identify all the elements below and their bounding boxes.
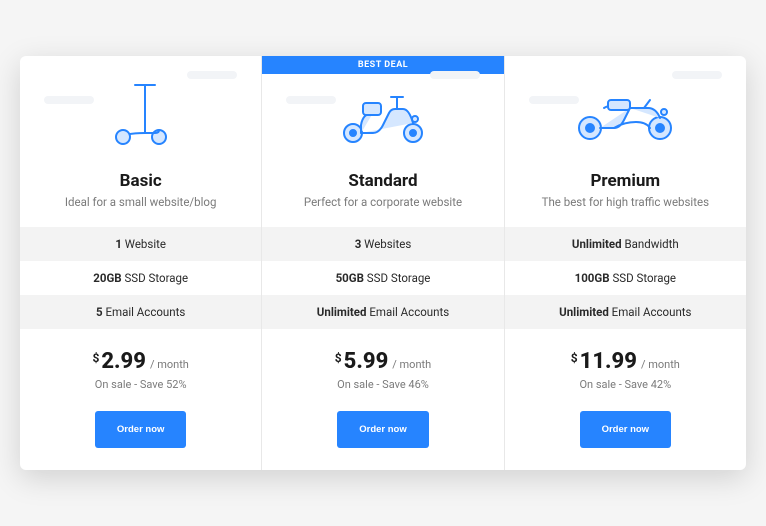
feature-item: 100GB SSD Storage <box>505 261 746 295</box>
plan-subtitle: Ideal for a small website/blog <box>65 195 217 209</box>
price-section: $ 11.99 / month On sale - Save 42% <box>571 329 680 391</box>
feature-item: 20GB SSD Storage <box>20 261 261 295</box>
feature-item: 3 Websites <box>262 227 503 261</box>
plan-premium: Premium The best for high traffic websit… <box>505 56 746 470</box>
plan-title: Standard <box>348 171 417 191</box>
price-period: / month <box>150 358 189 371</box>
feature-list: 3 Websites 50GB SSD Storage Unlimited Em… <box>262 227 503 329</box>
moped-icon <box>262 56 503 171</box>
scooter-icon <box>20 56 261 171</box>
feature-item: Unlimited Bandwidth <box>505 227 746 261</box>
plan-basic: Basic Ideal for a small website/blog 1 W… <box>20 56 262 470</box>
price: 5.99 <box>344 349 389 374</box>
price-section: $ 5.99 / month On sale - Save 46% <box>335 329 431 391</box>
plan-title: Premium <box>590 171 660 191</box>
sale-text: On sale - Save 42% <box>571 378 680 391</box>
pricing-table: Basic Ideal for a small website/blog 1 W… <box>20 56 746 470</box>
plan-title: Basic <box>120 171 162 191</box>
sale-text: On sale - Save 52% <box>92 378 188 391</box>
feature-item: Unlimited Email Accounts <box>262 295 503 329</box>
feature-item: 5 Email Accounts <box>20 295 261 329</box>
feature-item: 50GB SSD Storage <box>262 261 503 295</box>
feature-item: Unlimited Email Accounts <box>505 295 746 329</box>
sale-text: On sale - Save 46% <box>335 378 431 391</box>
order-button[interactable]: Order now <box>337 411 429 448</box>
price-section: $ 2.99 / month On sale - Save 52% <box>92 329 188 391</box>
price: 11.99 <box>580 349 637 374</box>
currency: $ <box>92 351 99 365</box>
plan-subtitle: The best for high traffic websites <box>542 195 709 209</box>
price-period: / month <box>392 358 431 371</box>
feature-list: Unlimited Bandwidth 100GB SSD Storage Un… <box>505 227 746 329</box>
motorcycle-icon <box>505 56 746 171</box>
price-period: / month <box>641 358 680 371</box>
feature-item: 1 Website <box>20 227 261 261</box>
currency: $ <box>335 351 342 365</box>
price: 2.99 <box>101 349 146 374</box>
feature-list: 1 Website 20GB SSD Storage 5 Email Accou… <box>20 227 261 329</box>
currency: $ <box>571 351 578 365</box>
plan-subtitle: Perfect for a corporate website <box>304 195 462 209</box>
order-button[interactable]: Order now <box>95 411 187 448</box>
plan-standard: BEST DEAL Standard Perfect for a corpora <box>262 56 504 470</box>
order-button[interactable]: Order now <box>580 411 672 448</box>
